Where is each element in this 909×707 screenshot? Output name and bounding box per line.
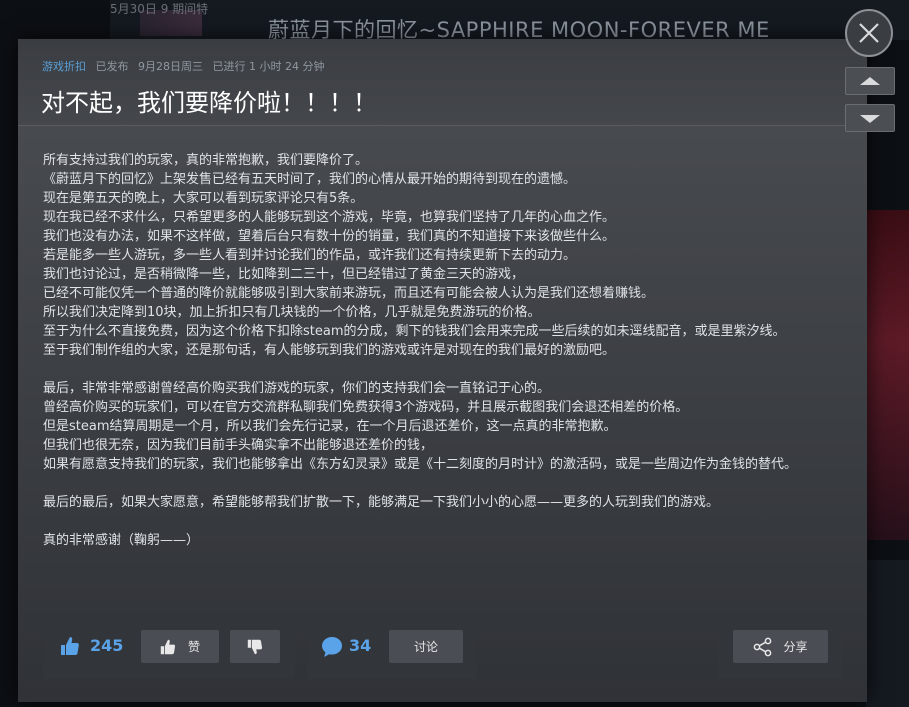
announcement-title: 对不起，我们要降价啦！！！！	[41, 89, 377, 117]
background-snippet: 5月30日 9 期间特	[110, 2, 209, 16]
like-count: 245	[90, 636, 124, 655]
body-paragraph: 至于我们制作组的大家，还是那句话，有人能够玩到我们的游戏或许是对现在的我们最好的…	[43, 343, 616, 358]
body-paragraph: 最后的最后，如果大家愿意，希望能够帮我们扩散一下，能够满足一下我们小小的心愿——…	[43, 495, 720, 510]
event-duration: 已进行 1 小时 24 分钟	[212, 60, 325, 73]
like-button-label: 赞	[187, 640, 200, 654]
event-date: 9月28日周三	[138, 60, 203, 73]
share-button-label: 分享	[783, 640, 808, 654]
body-paragraph: 我们也没有办法，如果不这样做，望着后台只有数十份的销量，我们真的不知道接下来该做…	[43, 229, 616, 244]
thumbs-up-icon	[61, 637, 79, 655]
body-paragraph: 所以我们决定降到10块，加上折扣只有几块钱的一个价格，几乎就是免费游玩的价格。	[43, 305, 541, 320]
like-button[interactable]: 赞	[141, 630, 219, 663]
dislike-button[interactable]	[230, 630, 280, 663]
event-category[interactable]: 游戏折扣	[42, 60, 86, 73]
share-icon	[754, 637, 772, 656]
next-event-button[interactable]	[845, 104, 895, 132]
previous-event-button[interactable]	[845, 67, 895, 95]
comment-bubble-icon	[322, 637, 342, 657]
body-paragraph: 我们也讨论过，是否稍微降一些，比如降到二三十，但已经错过了黄金三天的游戏，	[43, 267, 525, 282]
share-box: 分享	[718, 615, 842, 679]
body-paragraph: 所有支持过我们的玩家，真的非常抱歉，我们要降价了。	[43, 153, 369, 168]
thumbs-down-icon	[247, 639, 263, 654]
event-meta: 游戏折扣 已发布 9月28日周三 已进行 1 小时 24 分钟	[42, 58, 330, 74]
chevron-down-icon	[860, 115, 880, 123]
close-button[interactable]	[845, 9, 893, 57]
body-paragraph: 真的非常感谢（鞠躬——）	[43, 533, 200, 548]
thumbs-up-icon	[160, 639, 176, 654]
body-paragraph: 若是能多一些人游玩，多一些人看到并讨论我们的作品，或许我们还有持续更新下去的动力…	[43, 248, 577, 263]
announcement-modal: 游戏折扣 已发布 9月28日周三 已进行 1 小时 24 分钟 对不起，我们要降…	[18, 39, 867, 702]
body-paragraph: 现在我已经不求什么，只希望更多的人能够玩到这个游戏，毕竟，也算我们坚持了几年的心…	[43, 210, 616, 225]
chevron-up-icon	[860, 77, 880, 85]
discuss-button[interactable]: 讨论	[389, 630, 463, 663]
comment-box: 34 讨论	[307, 615, 477, 679]
modal-header: 游戏折扣 已发布 9月28日周三 已进行 1 小时 24 分钟 对不起，我们要降…	[18, 39, 867, 126]
comment-count: 34	[349, 636, 372, 655]
background-panel	[866, 560, 909, 707]
background-art	[866, 210, 909, 540]
body-paragraph: 曾经高价购买的玩家们，可以在官方交流群私聊我们免费获得3个游戏码，并且展示截图我…	[43, 400, 689, 415]
body-paragraph: 至于为什么不直接免费，因为这个价格下扣除steam的分成，剩下的钱我们会用来完成…	[43, 324, 786, 339]
announcement-body: 所有支持过我们的玩家，真的非常抱歉，我们要降价了。《蔚蓝月下的回忆》上架发售已经…	[43, 151, 843, 550]
body-paragraph: 但是steam结算周期是一个月，所以我们会先行记录，在一个月后退还差价，这一点真…	[43, 419, 617, 434]
body-paragraph: 《蔚蓝月下的回忆》上架发售已经有五天时间了，我们的心情从最开始的期待到现在的遗憾…	[43, 172, 577, 187]
body-paragraph: 现在是第五天的晚上，大家可以看到玩家评论只有5条。	[43, 191, 364, 206]
body-paragraph: 如果有愿意支持我们的玩家，我们也能够拿出《东方幻灵录》或是《十二刻度的月时计》的…	[43, 457, 798, 472]
close-icon	[859, 23, 879, 43]
share-button[interactable]: 分享	[733, 630, 828, 663]
body-paragraph: 已经不可能仅凭一个普通的降价就能够吸引到大家前来游玩，而且还有可能会被人认为是我…	[43, 286, 655, 301]
body-paragraph: 但我们也很无奈，因为我们目前手头确实拿不出能够退还差价的钱，	[43, 438, 434, 453]
body-paragraph: 最后，非常非常感谢曾经高价购买我们游戏的玩家，你们的支持我们会一直铭记于心的。	[43, 381, 551, 396]
rating-box: 245 赞	[43, 615, 295, 679]
event-status: 已发布	[95, 60, 129, 73]
